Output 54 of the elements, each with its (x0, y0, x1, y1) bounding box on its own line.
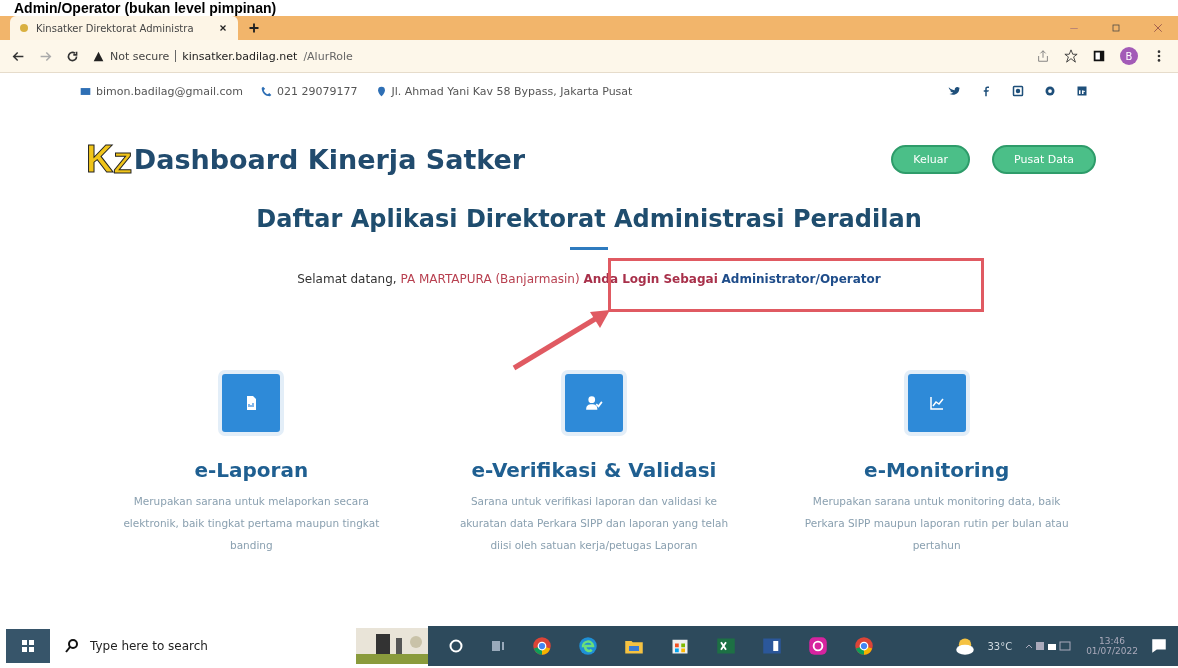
instagram-icon[interactable] (1012, 85, 1024, 97)
edge-icon (578, 636, 598, 656)
close-icon (1152, 22, 1164, 34)
app-title[interactable]: e-Monitoring (864, 458, 1010, 482)
app-description: Merupakan sarana untuk monitoring data, baik Perkara SIPP maupun laporan rutin per bulan atau pertahun (803, 494, 1070, 553)
back-icon (12, 49, 25, 63)
caption-text: Admin/Operator (bukan level pimpinan) (13, 0, 278, 16)
site-title: Dashboard Kinerja Satker (133, 143, 526, 175)
phone-text: 021 29079177 (277, 84, 358, 98)
browser-tab[interactable]: Kinsatker Direktorat Administra (10, 16, 238, 40)
warning-icon (93, 50, 104, 62)
camera-icon (808, 636, 828, 656)
chrome-icon (532, 636, 552, 656)
clock-time: 13:46 (1099, 636, 1126, 646)
reload-icon (66, 49, 79, 63)
email-text: bimon.badilag@gmail.com (96, 84, 244, 98)
page-title: Daftar Aplikasi Direktorat Administrasi Peradilan (255, 205, 923, 233)
address-field[interactable]: Not secure kinsatker.badilag.net /AlurRole (93, 49, 1022, 63)
app-title[interactable]: e-Laporan (194, 458, 309, 482)
favicon-icon (20, 24, 28, 32)
task-view-icon (490, 638, 506, 654)
taskbar-search[interactable]: Type here to search (50, 638, 284, 654)
search-icon (64, 638, 80, 654)
app-description: Sarana untuk verifikasi laporan dan validasi ke akuratan data Perkara SIPP dan laporan yang telah diisi oleh satuan kerja/petugas Laporan (459, 494, 729, 553)
user-check-icon (585, 394, 603, 412)
forward-icon (39, 49, 52, 63)
linkedin-icon[interactable] (1076, 85, 1088, 97)
spreadsheet-icon (716, 636, 736, 656)
sidebar-icon (1092, 49, 1106, 63)
app-title[interactable]: e-Verifikasi & Validasi (471, 458, 717, 482)
chrome-icon (854, 636, 874, 656)
cloud-icon (955, 636, 976, 656)
plus-icon (248, 22, 260, 34)
logo: KZ (86, 140, 132, 178)
share-icon (1036, 49, 1050, 63)
clock-date: 01/07/2022 (1086, 646, 1138, 656)
bird-icon[interactable] (948, 85, 960, 97)
location-pin-icon (375, 85, 387, 97)
circle-icon (448, 638, 464, 654)
app-description: Merupakan sarana untuk melaporkan secara elektronik, baik tingkat pertama maupun tingkat banding (122, 494, 381, 553)
restore-icon (1110, 22, 1122, 34)
skype-icon[interactable] (1044, 85, 1056, 97)
notification-icon (1150, 637, 1168, 655)
address-text: Jl. Ahmad Yani Kav 58 Bypass, Jakarta Pusat (391, 84, 633, 98)
start-button[interactable] (6, 629, 50, 663)
profile-avatar[interactable]: B (1120, 47, 1138, 65)
phone-icon (261, 85, 273, 97)
line-chart-icon (928, 395, 945, 411)
temperature-text: 33°C (987, 640, 1013, 652)
close-icon (218, 23, 228, 33)
document-icon (762, 636, 782, 656)
windows-icon (20, 638, 36, 654)
mail-icon (80, 85, 91, 97)
star-icon (1064, 49, 1078, 63)
